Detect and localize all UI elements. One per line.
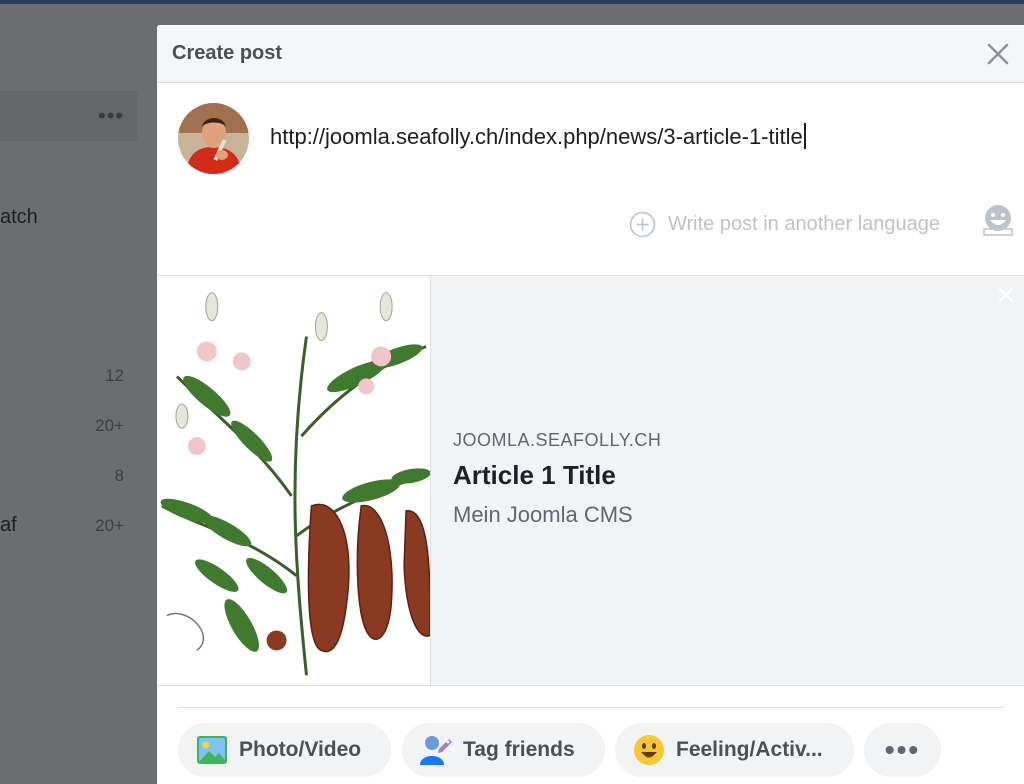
photo-video-button[interactable]: Photo/Video	[178, 723, 391, 777]
close-icon[interactable]	[983, 39, 1013, 69]
background-more-icon: •••	[98, 103, 125, 128]
tag-friends-label: Tag friends	[463, 738, 575, 761]
tag-friends-button[interactable]: Tag friends	[402, 723, 605, 777]
post-text-input[interactable]: http://joomla.seafolly.ch/index.php/news…	[270, 123, 806, 150]
dialog-header: Create post	[157, 25, 1024, 83]
top-navigation-strip	[0, 0, 1024, 4]
link-preview-card[interactable]: JOOMLA.SEAFOLLY.CH Article 1 Title Mein …	[157, 275, 1024, 686]
write-in-another-language-label: Write post in another language	[668, 212, 941, 235]
plus-circle-icon	[629, 211, 656, 237]
emoji-icon[interactable]	[981, 203, 1015, 237]
background-count: 20+	[95, 416, 124, 435]
photo-icon	[197, 736, 227, 764]
photo-video-label: Photo/Video	[239, 738, 362, 761]
link-preview-description: Mein Joomla CMS	[453, 502, 633, 527]
background-count: 20+	[95, 516, 124, 535]
background-count: 8	[114, 466, 124, 485]
feeling-activity-label: Feeling/Activ...	[676, 738, 823, 761]
background-count: 12	[105, 366, 124, 385]
post-text-value: http://joomla.seafolly.ch/index.php/news…	[270, 124, 803, 149]
write-in-another-language[interactable]: Write post in another language	[629, 210, 940, 238]
create-post-dialog: Create post http://joomla.seafolly.ch/in…	[157, 25, 1024, 784]
avatar	[178, 103, 249, 174]
more-icon: •••	[884, 734, 921, 765]
link-preview-domain: JOOMLA.SEAFOLLY.CH	[453, 430, 662, 450]
background-menu-label-watch: atch	[0, 206, 38, 228]
link-preview-title: Article 1 Title	[453, 460, 616, 490]
divider	[178, 707, 1004, 708]
close-icon[interactable]	[997, 286, 1015, 304]
link-preview-image	[157, 276, 431, 685]
feeling-activity-button[interactable]: Feeling/Activ...	[615, 723, 854, 777]
more-options-button[interactable]: •••	[864, 723, 941, 777]
dialog-title: Create post	[172, 42, 283, 64]
feeling-icon	[634, 735, 664, 765]
tag-friends-icon	[420, 736, 452, 765]
background-menu-label: af	[0, 514, 17, 536]
text-caret	[803, 123, 806, 149]
